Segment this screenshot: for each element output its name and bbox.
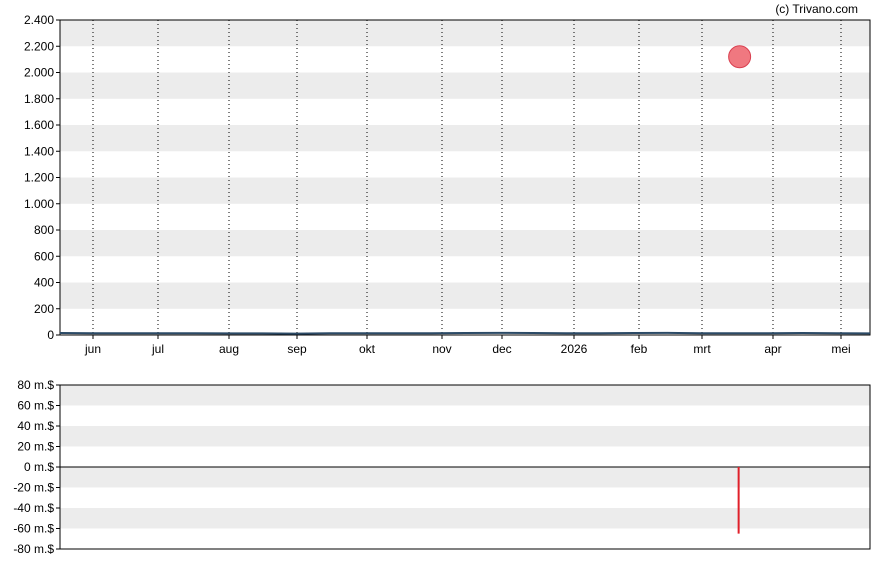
grid-band-bottom [60,426,870,447]
x-tick-label: feb [631,342,648,356]
grid-band [60,20,870,47]
grid-band-bottom [60,508,870,529]
y-tick-label: 1.800 [24,92,54,106]
y-tick-label-bottom: 20 m.$ [17,440,54,454]
y-tick-label: 600 [34,249,54,263]
y-tick-label: 1.600 [24,118,54,132]
y-tick-label: 0 [47,328,54,342]
y-tick-label-bottom: -20 m.$ [13,481,54,495]
y-tick-label: 1.000 [24,197,54,211]
y-tick-label: 2.000 [24,66,54,80]
x-tick-label: 2026 [561,342,588,356]
y-tick-label-bottom: 80 m.$ [17,378,54,392]
y-tick-label: 2.200 [24,39,54,53]
grid-band [60,230,870,257]
grid-band [60,125,870,152]
event-marker [728,45,752,69]
chart-svg: 0 200 400 600 800 1.000 1.200 1.400 1.600 1.800 2.… [13,13,871,556]
x-tick-label: nov [432,342,451,356]
x-tick-label: mei [831,342,850,356]
y-tick-label-bottom: -80 m.$ [13,542,54,556]
x-tick-label: jul [151,342,164,356]
y-tick-label-bottom: 60 m.$ [17,399,54,413]
grid-band-bottom [60,385,870,406]
grid-band [60,177,870,204]
grid-band [60,282,870,309]
y-tick-label: 400 [34,276,54,290]
y-tick-label-bottom: -60 m.$ [13,522,54,536]
x-tick-label: dec [492,342,511,356]
y-tick-label: 1.400 [24,144,54,158]
x-tick-label: sep [287,342,307,356]
x-tick-label: mrt [693,342,711,356]
grid-band-bottom [60,467,870,488]
x-tick-label: aug [219,342,239,356]
y-tick-label: 2.400 [24,13,54,27]
x-tick-label: okt [359,342,376,356]
y-tick-label-bottom: 40 m.$ [17,419,54,433]
y-tick-label-bottom: 0 m.$ [24,460,54,474]
x-tick-label: apr [764,342,781,356]
y-tick-label: 200 [34,302,54,316]
y-tick-label-bottom: -40 m.$ [13,501,54,515]
x-tick-label: jun [84,342,101,356]
grid-band [60,72,870,99]
series-line [59,331,871,335]
y-tick-label: 800 [34,223,54,237]
y-tick-label: 1.200 [24,171,54,185]
